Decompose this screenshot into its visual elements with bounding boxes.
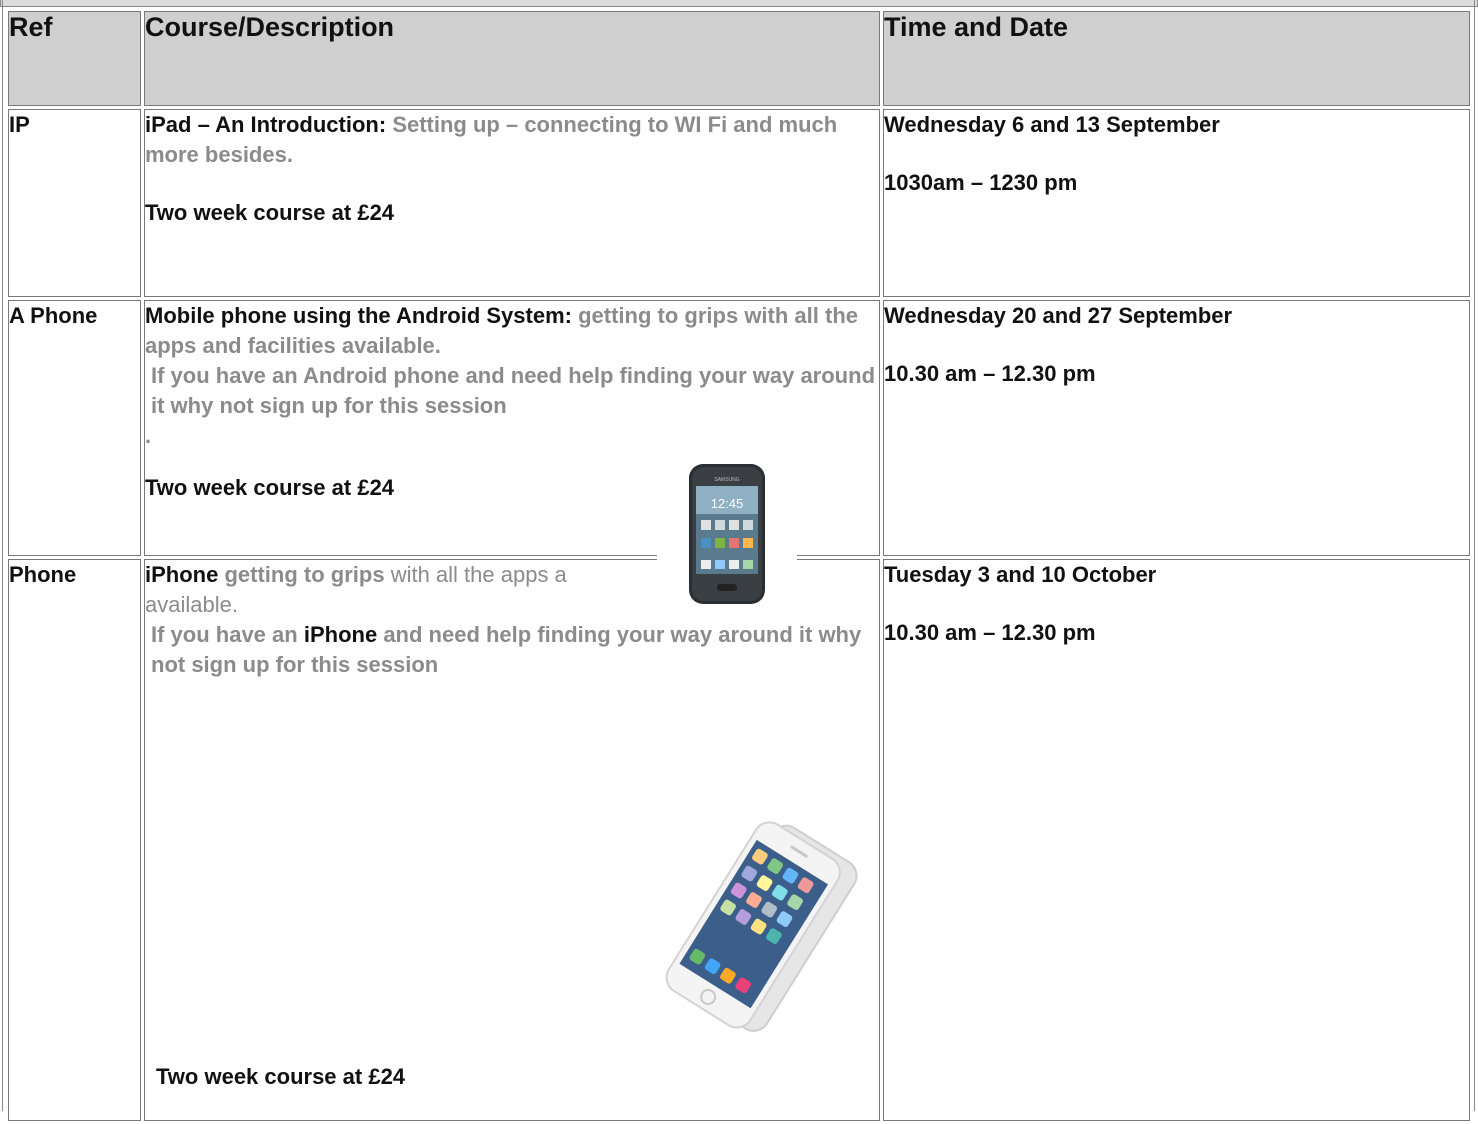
header-course: Course/Description [144,11,880,106]
course-details: If you have an iPhone and need help find… [145,620,879,680]
course-price: Two week course at £24 [156,1064,406,1089]
iphone-icon [665,821,858,1032]
time-cell: Wednesday 6 and 13 September 1030am – 12… [883,109,1470,297]
samsung-android-phone-icon: SAMSUNG 12:45 [689,464,765,604]
course-details-start: If you have an [151,622,298,647]
course-summary: getting to grips [224,562,385,587]
android-phone-image: SAMSUNG 12:45 [657,460,797,608]
course-details: If you have an Android phone and need he… [151,363,876,418]
ref-cell: A Phone [8,300,141,556]
course-title: iPhone [145,562,219,587]
course-schedule-page: Ref Course/Description Time and Date IP … [0,0,1478,1121]
outer-border-left [2,0,3,1111]
header-row: Ref Course/Description Time and Date [8,11,1470,106]
course-date: Wednesday 6 and 13 September [884,112,1220,137]
course-price: Two week course at £24 [145,200,395,225]
header-time: Time and Date [883,11,1470,106]
course-date: Tuesday 3 and 10 October [884,562,1157,587]
course-summary-extra: with all the apps a [390,562,567,587]
header-ref: Ref [8,11,141,106]
iphone-image [630,800,885,1060]
phone-clock: 12:45 [711,496,744,511]
table-row: IP iPad – An Introduction: Setting up – … [8,109,1470,297]
top-border-strip [0,0,1478,7]
time-cell: Tuesday 3 and 10 October 10.30 am – 12.3… [883,559,1470,1121]
course-date: Wednesday 20 and 27 September [884,303,1233,328]
course-description: Mobile phone using the Android System: g… [145,301,879,361]
course-time: 10.30 am – 12.30 pm [884,620,1096,645]
phone-brand: SAMSUNG [714,477,739,483]
ref-cell: Phone [8,559,141,1121]
ref-cell: IP [8,109,141,297]
course-title: iPad – An Introduction: [145,112,387,137]
course-details-dot: . [145,423,152,448]
description-cell: iPad – An Introduction: Setting up – con… [144,109,880,297]
course-details-product: iPhone [303,622,378,647]
course-time: 1030am – 1230 pm [884,170,1078,195]
time-cell: Wednesday 20 and 27 September 10.30 am –… [883,300,1470,556]
course-title: Mobile phone using the Android System: [145,303,572,328]
course-time: 10.30 am – 12.30 pm [884,361,1096,386]
course-description: iPad – An Introduction: Setting up – con… [145,110,879,170]
outer-border-right [1474,0,1475,1111]
